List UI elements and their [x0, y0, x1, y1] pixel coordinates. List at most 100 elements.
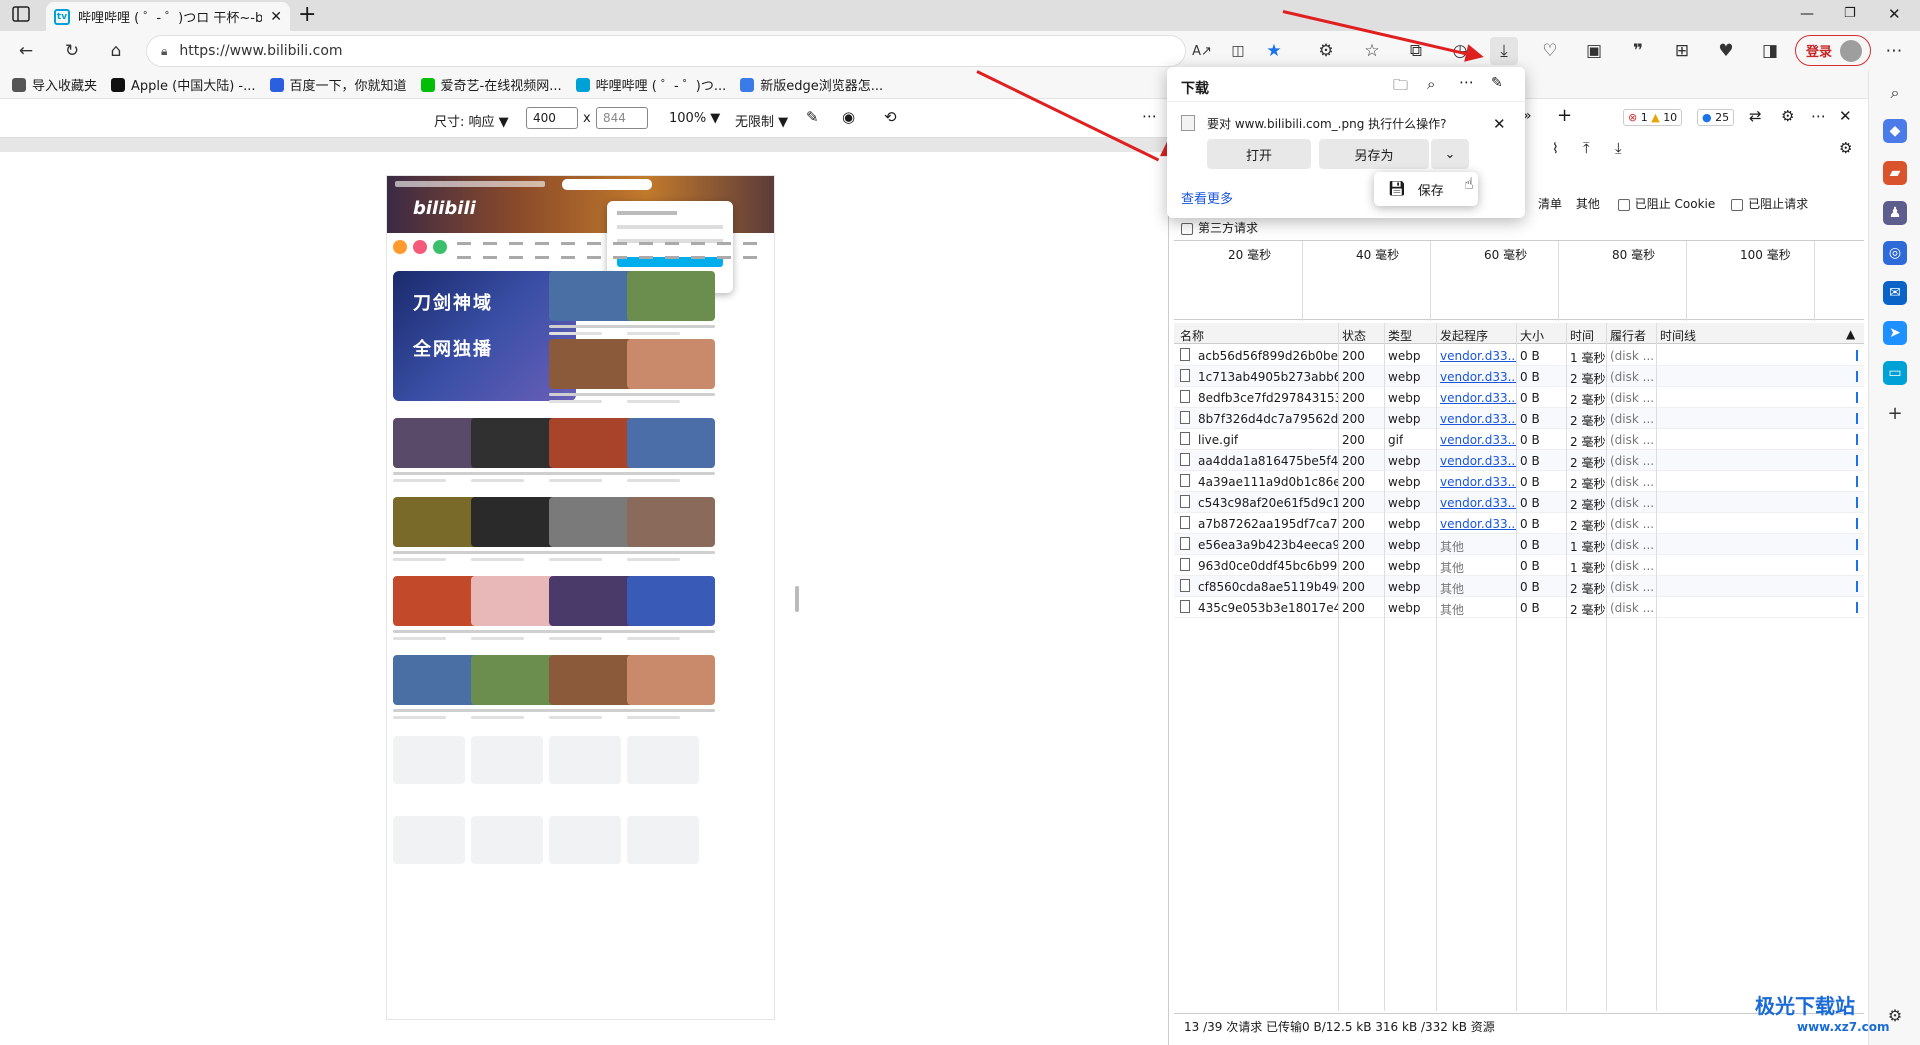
- video-card[interactable]: [627, 497, 715, 561]
- minimize-icon[interactable]: —: [1800, 6, 1814, 22]
- read-aloud-icon[interactable]: A↗: [1188, 37, 1216, 65]
- table-row[interactable]: 8edfb3ce7fd297843153... 200 webp vendor.d33…: [1174, 387, 1864, 408]
- video-card[interactable]: [627, 271, 715, 335]
- favorite-item[interactable]: 爱奇艺-在线视频网...: [420, 75, 562, 94]
- video-card[interactable]: [549, 655, 637, 719]
- sidebar-outlook-icon[interactable]: ✉: [1883, 281, 1907, 305]
- viewport-height-input[interactable]: 844: [596, 107, 648, 129]
- favorite-item[interactable]: 哔哩哔哩 ( ゜- ゜)つ...: [575, 75, 726, 94]
- cell-initiator[interactable]: vendor.d33...: [1440, 454, 1516, 468]
- back-icon[interactable]: ←: [12, 37, 40, 65]
- column-header[interactable]: 大小: [1520, 327, 1544, 344]
- screenshot-icon[interactable]: ▣: [1580, 37, 1608, 65]
- upload-har-icon[interactable]: ⤒: [1583, 139, 1590, 157]
- throttle-dropdown[interactable]: 无限制 ▼: [735, 111, 788, 130]
- sidebar-toggle-icon[interactable]: ◨: [1756, 37, 1784, 65]
- vision-icon[interactable]: ◉: [842, 108, 855, 126]
- home-icon[interactable]: ⌂: [102, 37, 130, 65]
- restore-icon[interactable]: ❐: [1844, 6, 1856, 21]
- tab-actions-icon[interactable]: [12, 6, 32, 24]
- devtools-close-icon[interactable]: ✕: [1839, 107, 1852, 125]
- downloads-icon[interactable]: ⤓: [1490, 37, 1518, 65]
- sidebar-tag-icon[interactable]: ◆: [1883, 119, 1907, 143]
- video-card[interactable]: [471, 418, 559, 482]
- sidebar-send-icon[interactable]: ➤: [1883, 321, 1907, 345]
- new-devtools-tab-icon[interactable]: +: [1557, 105, 1572, 126]
- video-card[interactable]: [393, 655, 481, 719]
- save-as-button[interactable]: 另存为: [1319, 139, 1429, 169]
- devtools-more-icon[interactable]: ⋯: [1811, 107, 1826, 125]
- cell-initiator[interactable]: vendor.d33...: [1440, 496, 1516, 510]
- table-row[interactable]: 4a39ae111a9d0b1c86e... 200 webp vendor.d33.…: [1174, 471, 1864, 492]
- devtools-settings-icon[interactable]: ⚙: [1781, 107, 1794, 125]
- quote-icon[interactable]: ❞: [1624, 37, 1652, 65]
- close-window-icon[interactable]: ✕: [1888, 5, 1901, 23]
- refresh-icon[interactable]: ↻: [58, 37, 86, 65]
- video-card[interactable]: [627, 576, 715, 640]
- open-folder-icon[interactable]: 🗀︎: [1393, 75, 1408, 100]
- cell-initiator[interactable]: vendor.d33...: [1440, 475, 1516, 489]
- viewport-resize-handle[interactable]: [795, 586, 799, 612]
- dimensions-dropdown[interactable]: 尺寸: 响应 ▼: [434, 111, 509, 130]
- sidebar-games-icon[interactable]: ♟: [1883, 201, 1907, 225]
- cell-initiator[interactable]: 其他: [1440, 601, 1464, 618]
- performance-icon[interactable]: ♥: [1712, 37, 1740, 65]
- cell-initiator[interactable]: 其他: [1440, 580, 1464, 597]
- sort-ascending-icon[interactable]: ▲: [1846, 327, 1855, 341]
- cell-initiator[interactable]: vendor.d33...: [1440, 517, 1516, 531]
- column-header[interactable]: 履行者: [1610, 327, 1646, 344]
- issue-counters[interactable]: ⊗ 1 ▲ 10: [1623, 109, 1683, 126]
- download-har-icon[interactable]: ⤓: [1615, 139, 1622, 157]
- video-card[interactable]: [627, 339, 715, 403]
- table-row[interactable]: live.gif 200 gif vendor.d33... 0 B 2 毫秒 (disk …: [1174, 429, 1864, 450]
- heart-icon[interactable]: ♡: [1536, 37, 1564, 65]
- extensions-icon[interactable]: ⚙: [1312, 37, 1340, 65]
- rotate-icon[interactable]: ⟲: [884, 108, 897, 126]
- video-card[interactable]: [549, 418, 637, 482]
- channel-icon[interactable]: [433, 240, 447, 254]
- sidebar-add-icon[interactable]: +: [1883, 401, 1907, 425]
- video-card[interactable]: [471, 576, 559, 640]
- cell-initiator[interactable]: vendor.d33...: [1440, 412, 1516, 426]
- filter-manifest[interactable]: 清单: [1538, 197, 1562, 211]
- cell-initiator[interactable]: vendor.d33...: [1440, 433, 1516, 447]
- table-row[interactable]: aa4dda1a816475be5f4c... 200 webp vendor.d33…: [1174, 450, 1864, 471]
- dismiss-download-icon[interactable]: ✕: [1493, 115, 1506, 133]
- blocked-requests-checkbox[interactable]: [1731, 198, 1744, 211]
- video-card[interactable]: [393, 497, 481, 561]
- favorites-icon[interactable]: ☆: [1358, 37, 1386, 65]
- column-header[interactable]: 名称: [1180, 327, 1204, 344]
- column-header[interactable]: 状态: [1342, 327, 1366, 344]
- video-card[interactable]: [471, 655, 559, 719]
- sidebar-tools-icon[interactable]: ▰: [1883, 161, 1907, 185]
- new-tab-icon[interactable]: +: [298, 4, 316, 26]
- cell-initiator[interactable]: 其他: [1440, 538, 1464, 555]
- close-tab-icon[interactable]: ✕: [270, 9, 282, 25]
- cell-initiator[interactable]: vendor.d33...: [1440, 391, 1516, 405]
- video-card[interactable]: [549, 497, 637, 561]
- more-menu-icon[interactable]: ⋯: [1880, 37, 1908, 65]
- table-row[interactable]: 963d0ce0ddf45bc6b99... 200 webp 其他 0 B 1 毫秒 (d…: [1174, 555, 1864, 576]
- table-row[interactable]: e56ea3a9b423b4eeca9c... 200 webp 其他 0 B 1 毫秒 (…: [1174, 534, 1864, 555]
- connect-icon[interactable]: ⇄: [1749, 107, 1762, 125]
- sidebar-bilibili-icon[interactable]: ▭: [1883, 361, 1907, 385]
- device-more-icon[interactable]: ⋯: [1142, 107, 1157, 125]
- table-row[interactable]: 1c713ab4905b273abb6... 200 webp vendor.d33.…: [1174, 366, 1864, 387]
- video-card[interactable]: [549, 271, 637, 335]
- emulated-page[interactable]: bilibili 刀剑神域 全网独播: [386, 175, 775, 1020]
- wifi-throttle-icon[interactable]: ⌇: [1552, 141, 1559, 157]
- split-screen-icon[interactable]: ◫: [1224, 37, 1252, 65]
- table-row[interactable]: cf8560cda8ae5119b49e... 200 webp 其他 0 B 2 毫秒 (…: [1174, 576, 1864, 597]
- cell-initiator[interactable]: vendor.d33...: [1440, 370, 1516, 384]
- open-button[interactable]: 打开: [1207, 139, 1311, 169]
- network-settings-icon[interactable]: ⚙: [1839, 139, 1852, 157]
- downloads-more-icon[interactable]: ⋯: [1459, 73, 1474, 91]
- hot-icon[interactable]: [413, 240, 427, 254]
- video-card[interactable]: [393, 418, 481, 482]
- apps-icon[interactable]: ⊞: [1668, 37, 1696, 65]
- cell-initiator[interactable]: 其他: [1440, 559, 1464, 576]
- pin-icon[interactable]: ✎: [1491, 75, 1503, 91]
- table-row[interactable]: a7b87262aa195df7ca77... 200 webp vendor.d33…: [1174, 513, 1864, 534]
- blocked-cookie-checkbox[interactable]: [1617, 198, 1630, 211]
- profile-button[interactable]: 登录: [1795, 35, 1871, 66]
